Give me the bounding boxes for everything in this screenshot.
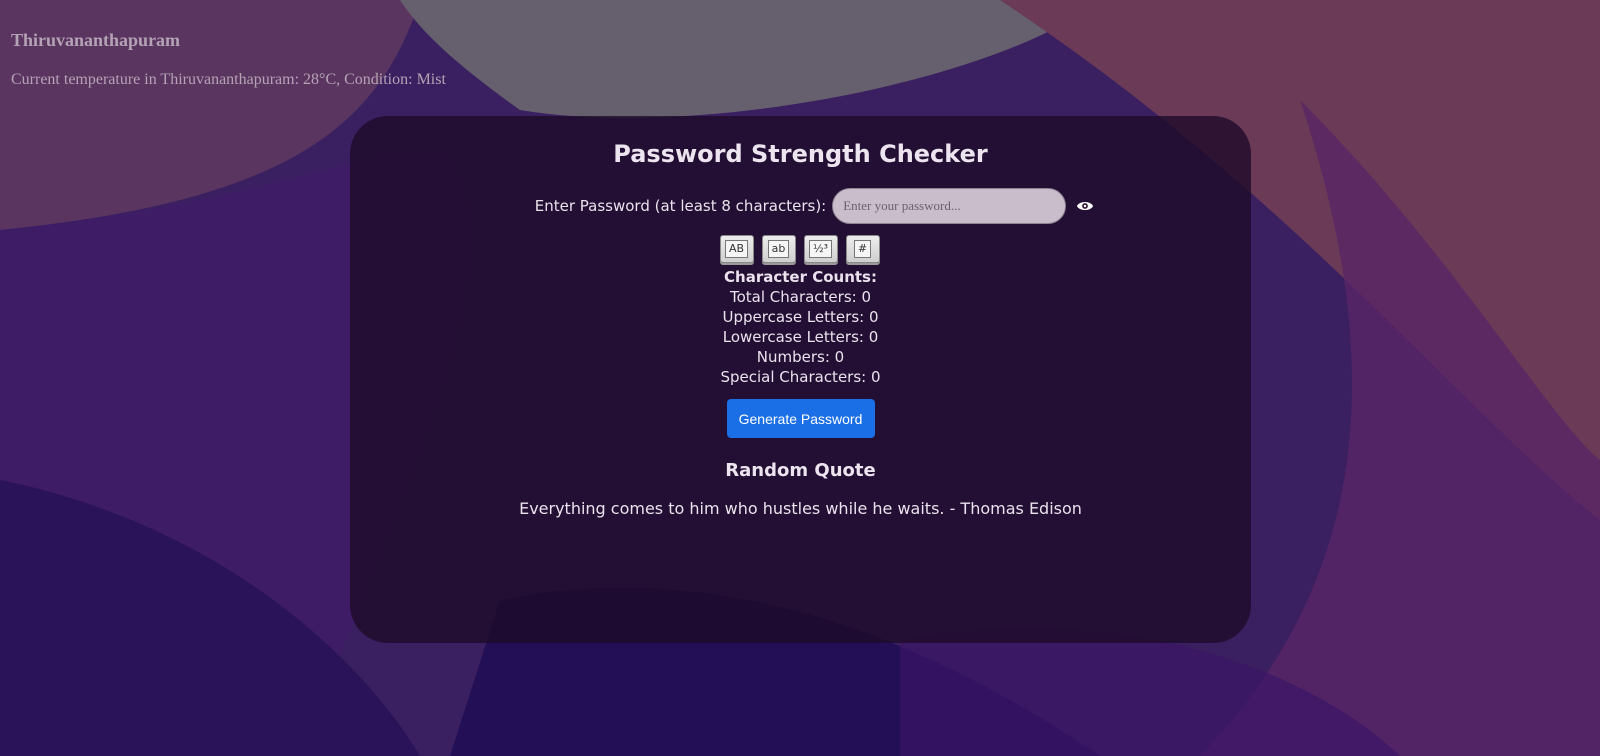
lowercase-key-label: ab xyxy=(767,240,790,258)
quote-text: Everything comes to him who hustles whil… xyxy=(519,499,1082,518)
uppercase-key-icon[interactable]: AB xyxy=(719,235,754,263)
lowercase-count: Lowercase Letters: 0 xyxy=(722,328,879,346)
counts-heading: Character Counts: xyxy=(724,268,877,286)
numbers-count: Numbers: 0 xyxy=(756,348,845,366)
numbers-key-icon[interactable]: ½³ xyxy=(803,235,838,263)
character-counts: Character Counts: Total Characters: 0 Up… xyxy=(350,267,1251,387)
special-count: Special Characters: 0 xyxy=(720,368,881,386)
uppercase-key-label: AB xyxy=(724,240,749,258)
total-characters-count: Total Characters: 0 xyxy=(729,288,872,306)
quote-title: Random Quote xyxy=(725,460,876,481)
special-char-key-icon[interactable]: # xyxy=(845,235,880,263)
uppercase-count: Uppercase Letters: 0 xyxy=(722,308,879,326)
numbers-key-label: ½³ xyxy=(808,240,833,258)
generate-password-button[interactable]: Generate Password xyxy=(726,399,875,438)
page-title: Password Strength Checker xyxy=(613,140,988,168)
password-row: Enter Password (at least 8 characters): xyxy=(378,188,1251,224)
eye-icon[interactable] xyxy=(1076,197,1094,215)
special-char-key-label: # xyxy=(853,240,872,258)
lowercase-key-icon[interactable]: ab xyxy=(761,235,796,263)
password-input[interactable] xyxy=(832,188,1067,224)
password-label: Enter Password (at least 8 characters): xyxy=(534,197,827,215)
weather-description: Current temperature in Thiruvananthapura… xyxy=(11,71,446,88)
weather-city: Thiruvananthapuram xyxy=(11,30,181,50)
character-type-keys: AB ab ½³ # xyxy=(348,235,1251,263)
password-checker-card: Password Strength Checker Enter Password… xyxy=(350,116,1251,643)
weather-widget: Thiruvananthapuram Current temperature i… xyxy=(11,30,446,89)
